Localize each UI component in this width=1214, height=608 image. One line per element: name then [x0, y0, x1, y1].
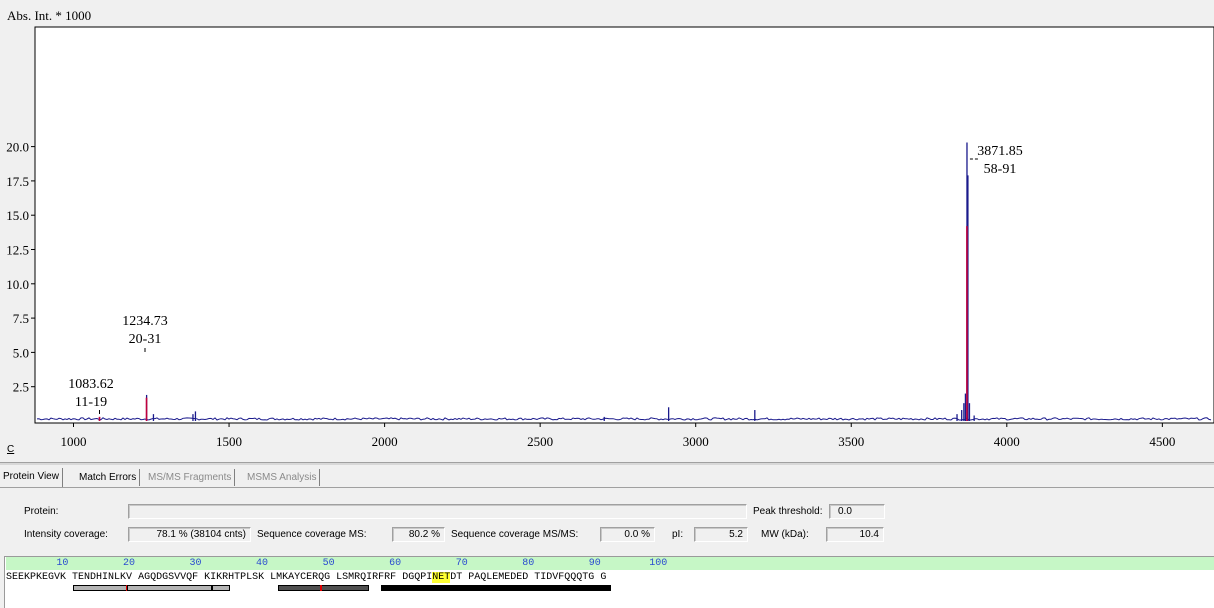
tab-msms-fragments[interactable]: MS/MS Fragments	[145, 469, 236, 486]
y-tick-label: 5.0	[13, 345, 29, 360]
protein-label: Protein:	[24, 506, 59, 517]
ruler-tick: 30	[189, 558, 202, 569]
tab-match-errors[interactable]: Match Errors	[76, 469, 141, 486]
glycosylation-motif-highlight: NET	[432, 572, 451, 583]
coverage-bar[interactable]	[211, 585, 230, 591]
sequence-ruler: 10 20 30 40 50 60 70 80 90 100	[6, 557, 1214, 570]
tab-msms-analysis[interactable]: MSMS Analysis	[244, 469, 321, 486]
coverage-bar[interactable]	[320, 585, 369, 591]
sequence-block: SEEKPKEGVK	[6, 572, 67, 583]
coverage-cleavage-mark	[319, 585, 322, 591]
sequence-block: G	[600, 572, 607, 583]
coverage-bar[interactable]	[72, 585, 127, 591]
ruler-tick: 60	[389, 558, 402, 569]
spectrum-panel: 2.5 5.0 7.5 10.0 12.5 15.0 17.5 20.0 1000 1500 200…	[0, 0, 1214, 462]
mw-label: MW (kDa):	[761, 529, 809, 540]
plot-area[interactable]	[34, 26, 1214, 424]
seq-coverage-msms-field: 0.0 %	[600, 527, 655, 542]
sequence-text: SEEKPKEGVK TENDHINLKV AGQDGSVVQF KIKRHTP…	[6, 571, 606, 584]
peak-label-mass: 1234.73	[122, 314, 168, 329]
peak-label-mass: 3871.85	[977, 144, 1023, 159]
spectrum-chart: 2.5 5.0 7.5 10.0 12.5 15.0 17.5 20.0 1000 1500 200…	[6, 8, 1214, 455]
coverage-bar[interactable]	[381, 585, 611, 591]
tab-protein-view[interactable]: Protein View	[0, 468, 63, 487]
x-tick-label: 2000	[372, 434, 398, 449]
intensity-coverage-field: 78.1 % (38104 cnts)	[128, 527, 251, 542]
x-tick-label: 2500	[527, 434, 553, 449]
peak-threshold-label: Peak threshold:	[753, 506, 823, 517]
y-tick-label: 10.0	[6, 277, 29, 292]
protein-field[interactable]	[128, 504, 747, 519]
y-tick-label: 12.5	[6, 243, 29, 258]
x-tick-label: 3500	[838, 434, 864, 449]
x-tick-label: 4500	[1149, 434, 1175, 449]
sequence-block: AGQDGSVVQF	[138, 572, 199, 583]
peak-label-range: 20-31	[129, 332, 162, 347]
ruler-tick: 70	[455, 558, 468, 569]
y-axis-title: Abs. Int. * 1000	[7, 8, 91, 23]
ruler-tick: 40	[256, 558, 269, 569]
x-tick-label: 1500	[216, 434, 242, 449]
sequence-block: TIDVFQQQTG	[534, 572, 595, 583]
sequence-block: LMKAYCERQG	[270, 572, 331, 583]
y-tick-label: 7.5	[13, 311, 29, 326]
coverage-bar[interactable]	[278, 585, 321, 591]
seq-coverage-ms-field: 80.2 %	[392, 527, 445, 542]
tab-strip: Protein View Match Errors MS/MS Fragment…	[0, 466, 1214, 488]
sequence-block: PAQLEMEDED	[468, 572, 529, 583]
y-tick-label: 20.0	[6, 140, 29, 155]
pi-label: pI:	[672, 529, 684, 540]
tab-divider	[0, 487, 1214, 488]
y-tick-label: 15.0	[6, 208, 29, 223]
ruler-tick: 90	[588, 558, 601, 569]
y-tick-label: 2.5	[13, 380, 29, 395]
splitter[interactable]	[0, 462, 1214, 465]
peak-label-mass: 1083.62	[68, 377, 114, 392]
x-tick-label: 1000	[61, 434, 87, 449]
sequence-block: KIKRHTPLSK	[204, 572, 265, 583]
seq-coverage-msms-label: Sequence coverage MS/MS:	[451, 529, 579, 540]
coverage-bar[interactable]	[127, 585, 212, 591]
seq-coverage-ms-label: Sequence coverage MS:	[257, 529, 367, 540]
ruler-tick: 20	[122, 558, 135, 569]
sequence-block: DGQPINETDT	[402, 572, 463, 583]
x-tick-label: 4000	[994, 434, 1020, 449]
ruler-tick: 50	[322, 558, 335, 569]
ruler-tick: 100	[649, 558, 668, 569]
sequence-block: LSMRQIRFRF	[336, 572, 397, 583]
mw-field: 10.4	[826, 527, 884, 542]
pi-field: 5.2	[694, 527, 748, 542]
intensity-coverage-label: Intensity coverage:	[24, 529, 108, 540]
corner-button[interactable]: C	[7, 444, 14, 455]
ruler-tick: 80	[522, 558, 535, 569]
peak-threshold-field[interactable]: 0.0	[829, 504, 885, 519]
y-tick-label: 17.5	[6, 174, 29, 189]
peak-label-range: 58-91	[984, 162, 1017, 177]
ruler-tick: 10	[56, 558, 69, 569]
sequence-block: TENDHINLKV	[72, 572, 133, 583]
peak-label-range: 11-19	[75, 395, 107, 410]
x-tick-label: 3000	[683, 434, 709, 449]
